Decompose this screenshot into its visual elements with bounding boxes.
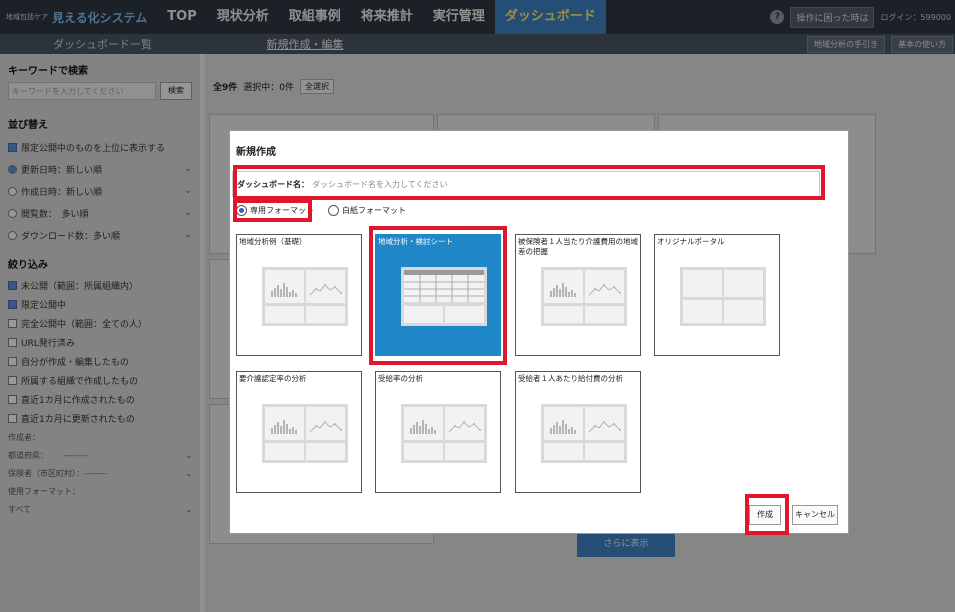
template-card[interactable]: 受給者１人あたり給付費の分析 (515, 371, 641, 493)
highlight-name (233, 165, 825, 200)
template-name: 受給率の分析 (378, 374, 423, 383)
template-card[interactable]: オリジナルポータル (654, 234, 780, 356)
template-name: 地域分析例（基礎） (239, 237, 307, 246)
dialog-title: 新規作成 (236, 147, 276, 158)
blank-thumbnail-icon (680, 267, 766, 326)
chart-thumbnail-icon (541, 404, 627, 463)
highlight-template (369, 226, 507, 365)
template-card[interactable]: 受給率の分析 (375, 371, 501, 493)
template-card[interactable]: 被保険者１人当たり介護費用の地域差の把握 (515, 234, 641, 356)
radio-blank-label: 白紙フォーマット (342, 206, 406, 215)
cancel-button[interactable]: キャンセル (792, 505, 838, 525)
chart-thumbnail-icon (262, 267, 348, 326)
template-name: オリジナルポータル (657, 237, 725, 246)
chart-thumbnail-icon (401, 404, 487, 463)
template-name: 被保険者１人当たり介護費用の地域差の把握 (518, 237, 638, 256)
radio-icon (328, 205, 339, 216)
radio-blank-format[interactable]: 白紙フォーマット (328, 205, 406, 216)
template-name: 受給者１人あたり給付費の分析 (518, 374, 623, 383)
chart-thumbnail-icon (262, 404, 348, 463)
chart-thumbnail-icon (541, 267, 627, 326)
create-dashboard-dialog: 新規作成 ダッシュボード名： ダッシュボード名を入力してください 専用フォーマッ… (229, 130, 849, 535)
template-card[interactable]: 地域分析例（基礎） (236, 234, 362, 356)
highlight-create (745, 494, 789, 535)
template-name: 要介護認定率の分析 (239, 374, 307, 383)
highlight-radio (233, 199, 312, 222)
template-card[interactable]: 要介護認定率の分析 (236, 371, 362, 493)
